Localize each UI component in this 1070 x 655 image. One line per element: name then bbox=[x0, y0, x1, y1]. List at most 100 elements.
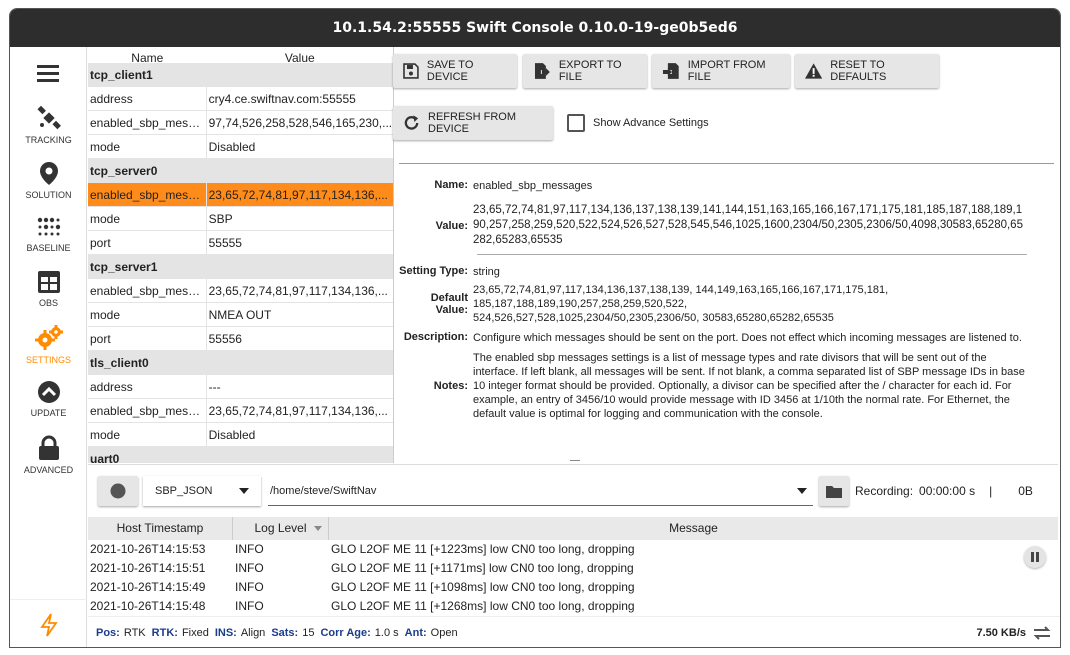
log-message: GLO L2OF ME 11 [+1223ms] low CN0 too lon… bbox=[331, 542, 635, 556]
settings-row[interactable]: port 55556 bbox=[88, 327, 393, 351]
column-header-log-level[interactable]: Log Level bbox=[233, 517, 329, 540]
recording-status: Recording: 00:00:00 s | 0B bbox=[855, 484, 1033, 498]
chevron-down-icon bbox=[239, 488, 249, 494]
setting-value-cell: --- bbox=[208, 380, 221, 394]
window-title: 10.1.54.2:55555 Swift Console 0.10.0-19-… bbox=[10, 9, 1060, 47]
path-combobox[interactable]: /home/steve/SwiftNav bbox=[268, 476, 813, 506]
detail-name-row: Name: enabled_sbp_messages bbox=[396, 179, 1056, 199]
log-row[interactable]: 2021-10-26T14:15:53 INFO GLO L2OF ME 11 [+… bbox=[90, 542, 990, 561]
pos-label: Pos: bbox=[96, 626, 120, 639]
settings-row[interactable]: mode Disabled bbox=[88, 423, 393, 447]
sidebar-item-update[interactable]: UPDATE bbox=[10, 374, 87, 429]
setting-name-cell: enabled_sbp_messages bbox=[88, 111, 207, 134]
ant-label: Ant: bbox=[404, 626, 427, 639]
lightning-icon bbox=[39, 612, 58, 637]
show-advanced-checkbox[interactable] bbox=[567, 114, 585, 132]
folder-icon bbox=[826, 485, 842, 498]
log-message: GLO L2OF ME 11 [+1098ms] low CN0 too lon… bbox=[331, 580, 635, 594]
setting-value-cell: 23,65,72,74,81,97,117,134,136,... bbox=[208, 404, 388, 418]
rtk-label: RTK: bbox=[151, 626, 178, 639]
setting-name-cell: mode bbox=[88, 423, 207, 446]
sidebar-item-label: UPDATE bbox=[30, 408, 67, 418]
dots-grid-icon bbox=[37, 217, 60, 236]
reset-to-defaults-button[interactable]: RESET TO DEFAULTS bbox=[795, 54, 939, 88]
sidebar-item-label: OBS bbox=[38, 298, 58, 308]
settings-row[interactable]: address --- bbox=[88, 375, 393, 399]
sidebar-item-advanced[interactable]: ADVANCED bbox=[10, 429, 87, 484]
settings-row[interactable]: enabled_sbp_messages23,65,72,74,81,97,11… bbox=[88, 279, 393, 303]
log-level: INFO bbox=[235, 580, 264, 594]
pause-log-button[interactable] bbox=[1024, 546, 1046, 568]
connection-button[interactable] bbox=[10, 599, 87, 647]
rtk-value: Fixed bbox=[181, 626, 209, 639]
settings-group-header: tcp_server0 bbox=[88, 159, 393, 183]
column-header-timestamp[interactable]: Host Timestamp bbox=[88, 517, 233, 540]
record-button[interactable] bbox=[98, 476, 138, 506]
setting-name-cell: enabled_sbp_messages bbox=[88, 279, 207, 302]
detail-type-row: Setting Type: string bbox=[396, 265, 1056, 279]
settings-row[interactable]: enabled_sbp_messages97,74,526,258,528,54… bbox=[88, 111, 393, 135]
refresh-from-device-button[interactable]: REFRESH FROM DEVICE bbox=[393, 106, 553, 140]
setting-name-cell: address bbox=[88, 87, 207, 110]
sidebar: TRACKING SOLUTION BASELINE OBS SETTINGS … bbox=[10, 47, 87, 647]
satellite-icon bbox=[36, 105, 61, 130]
save-label: SAVE TO DEVICE bbox=[426, 59, 474, 83]
sidebar-item-settings[interactable]: SETTINGS bbox=[10, 319, 87, 374]
settings-row[interactable]: address cry4.ce.swiftnav.com:55555 bbox=[88, 87, 393, 111]
settings-group-header: uart0 bbox=[88, 447, 393, 463]
save-to-device-button[interactable]: SAVE TO DEVICE bbox=[393, 54, 517, 88]
log-message: GLO L2OF ME 11 [+1171ms] low CN0 too lon… bbox=[331, 561, 634, 575]
menu-button[interactable] bbox=[10, 47, 86, 99]
format-select[interactable]: SBP_JSON bbox=[143, 476, 261, 506]
value-underline bbox=[477, 254, 1027, 255]
detail-notes-key: Notes: bbox=[433, 380, 468, 392]
gears-icon bbox=[34, 325, 63, 350]
sidebar-item-solution[interactable]: SOLUTION bbox=[10, 154, 87, 209]
save-icon bbox=[403, 63, 419, 79]
sidebar-item-label: SOLUTION bbox=[25, 190, 72, 200]
log-row[interactable]: 2021-10-26T14:15:51 INFO GLO L2OF ME 11 [+… bbox=[90, 561, 990, 580]
log-level-label: Log Level bbox=[254, 521, 307, 535]
column-header-message[interactable]: Message bbox=[329, 517, 1058, 540]
sidebar-item-label: ADVANCED bbox=[23, 465, 74, 475]
settings-row[interactable]: enabled_sbp_messages23,65,72,74,81,97,11… bbox=[88, 183, 393, 207]
setting-value-cell: 23,65,72,74,81,97,117,134,136,... bbox=[208, 188, 388, 202]
corr-age-label: Corr Age: bbox=[320, 626, 371, 639]
browse-folder-button[interactable] bbox=[819, 476, 849, 506]
detail-value-row: Value: 23,65,72,74,81,97,117,134,136,137… bbox=[396, 203, 1056, 248]
recording-label: Recording: bbox=[855, 484, 914, 498]
details-divider bbox=[399, 163, 1054, 164]
detail-value-value[interactable]: 23,65,72,74,81,97,117,134,136,137,138,13… bbox=[473, 203, 1028, 248]
column-header-value[interactable]: Value bbox=[207, 47, 393, 75]
reset-label: RESET TO DEFAULTS bbox=[830, 59, 887, 83]
export-to-file-button[interactable]: EXPORT TO FILE bbox=[523, 54, 647, 88]
upload-icon bbox=[37, 381, 60, 403]
detail-description-key: Description: bbox=[403, 331, 468, 343]
detail-description-row: Description: Configure which messages sh… bbox=[396, 331, 1056, 345]
ins-label: INS: bbox=[214, 626, 237, 639]
settings-row[interactable]: enabled_sbp_messages23,65,72,74,81,97,11… bbox=[88, 399, 393, 423]
show-advanced-label[interactable]: Show Advance Settings bbox=[593, 117, 709, 129]
settings-row[interactable]: mode NMEA OUT bbox=[88, 303, 393, 327]
setting-value-cell: NMEA OUT bbox=[208, 308, 272, 322]
data-rate: 7.50 KB/s bbox=[976, 626, 1026, 639]
sidebar-item-tracking[interactable]: TRACKING bbox=[10, 99, 87, 154]
detail-default-row: Default Value: 23,65,72,74,81,97,117,134… bbox=[396, 283, 1056, 325]
import-from-file-button[interactable]: IMPORT FROM FILE bbox=[652, 54, 790, 88]
recording-time: 00:00:00 s bbox=[919, 484, 976, 498]
setting-value-cell: Disabled bbox=[208, 428, 256, 442]
format-select-value: SBP_JSON bbox=[155, 485, 213, 497]
settings-row[interactable]: mode Disabled bbox=[88, 135, 393, 159]
settings-row[interactable]: port 55555 bbox=[88, 231, 393, 255]
settings-row[interactable]: mode SBP bbox=[88, 207, 393, 231]
log-level: INFO bbox=[235, 561, 264, 575]
sidebar-item-baseline[interactable]: BASELINE bbox=[10, 209, 87, 264]
splitter-handle[interactable] bbox=[570, 460, 580, 461]
export-label: EXPORT TO FILE bbox=[558, 59, 622, 83]
sats-label: Sats: bbox=[271, 626, 299, 639]
setting-name-cell: mode bbox=[88, 303, 207, 326]
status-bar: Pos: RTK RTK: Fixed INS: Align Sats: 15 Corr… bbox=[88, 616, 1060, 647]
ant-value: Open bbox=[430, 626, 458, 639]
log-row[interactable]: 2021-10-26T14:15:49 INFO GLO L2OF ME 11 [+… bbox=[90, 580, 990, 599]
sidebar-item-obs[interactable]: OBS bbox=[10, 264, 87, 319]
